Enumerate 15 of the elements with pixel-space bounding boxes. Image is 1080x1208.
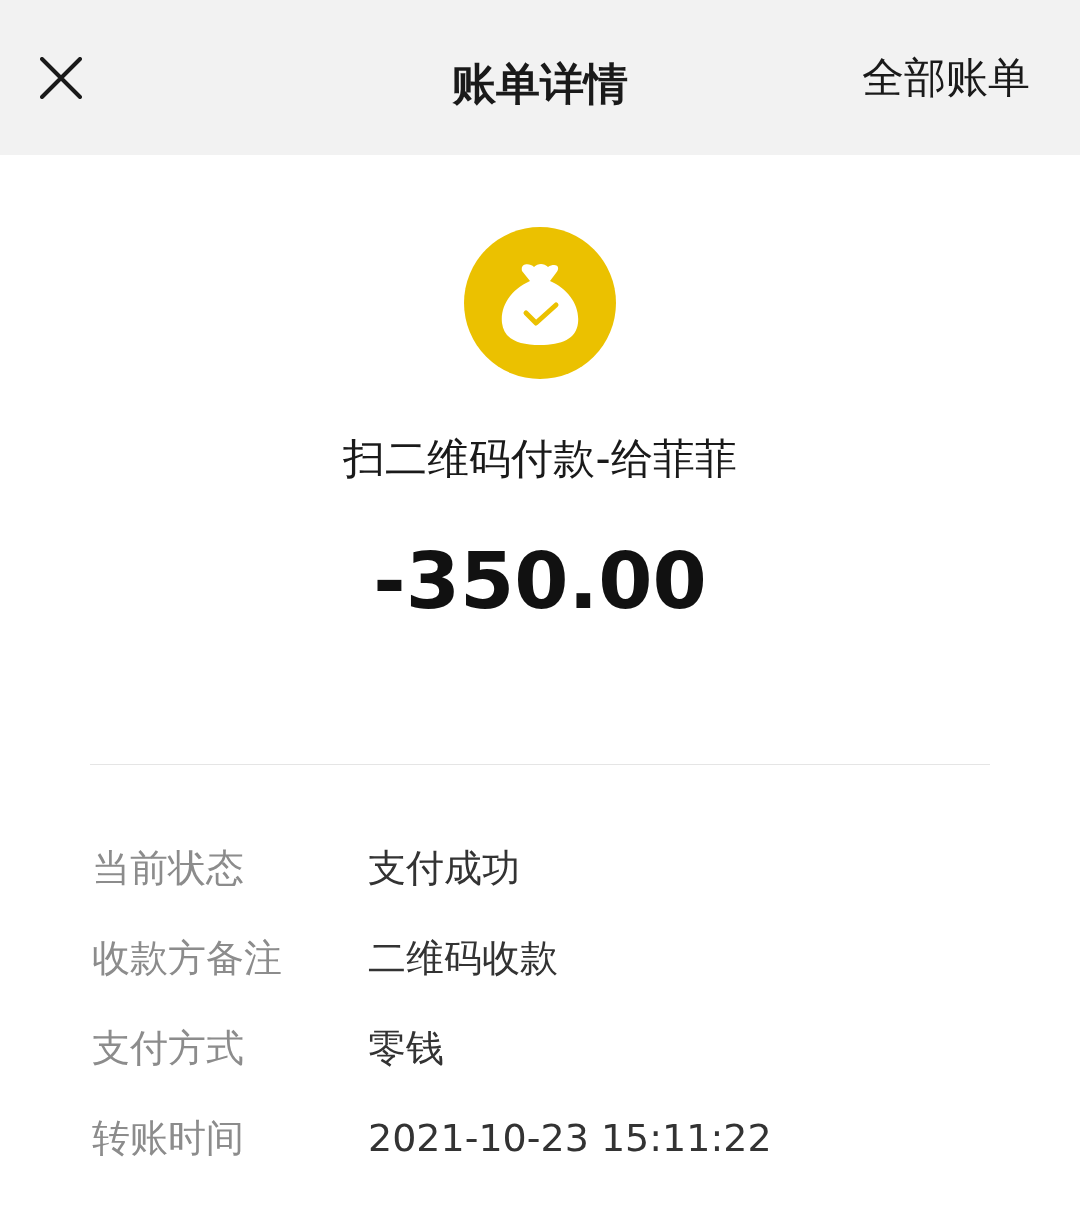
detail-label: 当前状态 (92, 845, 245, 892)
detail-value: 2021-10-23 15:11:22 (368, 1115, 772, 1162)
all-bills-link[interactable]: 全部账单 (862, 49, 1030, 106)
money-bag-check-icon (464, 227, 616, 379)
payment-amount: -350.00 (373, 535, 707, 628)
detail-value: 支付成功 (368, 845, 520, 892)
detail-label: 收款方备注 (92, 935, 283, 982)
detail-value: 零钱 (368, 1025, 444, 1072)
payment-title: 扫二维码付款-给菲菲 (343, 433, 737, 485)
detail-label: 支付方式 (92, 1025, 245, 1072)
detail-label: 转账时间 (92, 1115, 245, 1162)
detail-value: 二维码收款 (368, 935, 558, 982)
close-button[interactable] (40, 56, 82, 99)
page-title: 账单详情 (452, 57, 628, 111)
close-icon (40, 56, 82, 99)
